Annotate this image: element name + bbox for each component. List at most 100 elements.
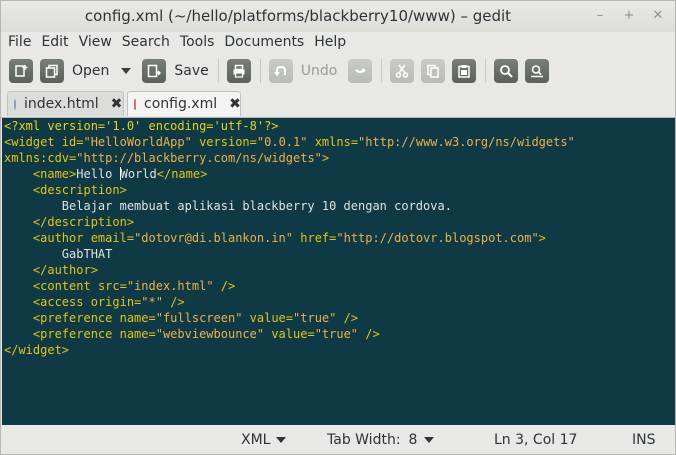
tab-config-xml[interactable]: config.xml ✖ [127, 91, 241, 116]
code-line[interactable]: </widget> [2, 342, 675, 358]
paste-icon [452, 59, 477, 83]
code-token: > [538, 231, 546, 245]
open-recent-dropdown-icon[interactable] [121, 68, 132, 74]
code-line[interactable]: <author email="dotovr@di.blankon.in" hre… [2, 230, 675, 246]
code-line[interactable]: </author> [2, 262, 675, 278]
code-token: name= [119, 311, 156, 325]
code-token: <description> [32, 183, 127, 197]
undo-icon [268, 59, 293, 83]
toolbar-separator [485, 59, 487, 83]
language-label: XML [241, 432, 271, 448]
code-token: origin= [90, 295, 142, 309]
html-file-icon [14, 98, 16, 110]
tab-label: config.xml [144, 96, 218, 112]
code-token: "true" [314, 327, 359, 341]
cut-button[interactable] [390, 58, 415, 84]
redo-button[interactable] [348, 58, 373, 84]
code-token: "fullscreen" [155, 311, 243, 325]
code-token: version= [191, 135, 257, 149]
code-token: <preference [32, 311, 120, 325]
code-line[interactable]: Belajar membuat aplikasi blackberry 10 d… [2, 198, 675, 214]
code-token: "webviewbounce" [155, 327, 265, 341]
copy-button[interactable] [421, 58, 446, 84]
code-token: </description> [32, 215, 135, 229]
text-editor[interactable]: <?xml version='1.0' encoding='utf-8'?> <w… [2, 118, 675, 425]
code-line[interactable]: GabTHAT [2, 246, 675, 262]
title-bar[interactable]: config.xml (~/hello/platforms/blackberry… [1, 1, 675, 32]
code-token: </name> [156, 167, 208, 181]
code-line[interactable]: </description> [2, 214, 675, 230]
code-token: id= [61, 135, 84, 149]
print-button[interactable] [226, 58, 251, 84]
tab-width-value: 8 [408, 432, 418, 448]
code-token: "HelloWorldApp" [83, 135, 192, 149]
code-token: "http://blackberry.com/ns/widgets" [76, 151, 322, 165]
save-icon [142, 59, 167, 83]
code-token: World [120, 167, 157, 181]
menu-view[interactable]: View [74, 32, 117, 52]
close-window-button[interactable]: ✕ [647, 6, 669, 26]
code-line[interactable]: <preference name="webviewbounce" value="… [2, 326, 675, 342]
code-line[interactable]: <widget id="HelloWorldApp" version="0.0.… [2, 134, 675, 150]
find-icon [494, 59, 519, 83]
menu-search[interactable]: Search [117, 32, 175, 52]
code-token: GabTHAT [4, 247, 113, 261]
tab-index-html[interactable]: index.html ✖ [7, 91, 124, 116]
status-bar: XML Tab Width: 8 Ln 3, Col 17 INS [1, 425, 675, 454]
code-line[interactable]: <access origin="*" /> [2, 294, 675, 310]
code-token: </author> [32, 263, 98, 277]
tab-width-label: Tab Width: [327, 432, 401, 448]
code-token: <widget [4, 135, 62, 149]
code-line[interactable]: <content src="index.html" /> [2, 278, 675, 294]
xml-file-icon [134, 98, 136, 110]
open-button[interactable]: Open [40, 58, 132, 84]
code-token: <?xml version='1.0' encoding='utf-8'?> [4, 119, 279, 133]
gedit-window: config.xml (~/hello/platforms/blackberry… [0, 0, 676, 455]
menu-edit[interactable]: Edit [36, 32, 73, 52]
language-selector[interactable]: XML [241, 432, 287, 448]
code-line[interactable]: xmlns:cdv="http://blackberry.com/ns/widg… [2, 150, 675, 166]
open-document-icon [40, 59, 64, 83]
toolbar-separator [259, 59, 261, 83]
new-document-icon [9, 59, 33, 83]
minimize-button[interactable]: – [589, 6, 611, 26]
paste-button[interactable] [452, 58, 477, 84]
menu-help[interactable]: Help [309, 32, 351, 52]
code-line[interactable]: <preference name="fullscreen" value="tru… [2, 310, 675, 326]
save-button[interactable]: Save [142, 58, 209, 84]
find-replace-icon [525, 59, 550, 83]
menu-bar: File Edit View Search Tools Documents He… [1, 32, 675, 52]
find-button[interactable] [494, 58, 519, 84]
code-token: "true" [293, 311, 337, 325]
code-line[interactable]: <name>Hello World</name> [2, 166, 675, 182]
insert-mode: INS [632, 432, 656, 448]
code-token: "http://www.w3.org/ns/widgets" [358, 135, 575, 149]
undo-button[interactable]: Undo [268, 58, 337, 84]
maximize-button[interactable]: + [618, 6, 640, 26]
code-token: src= [97, 279, 127, 293]
code-token: Belajar membuat aplikasi blackberry 10 d… [4, 199, 452, 213]
toolbar-separator [217, 59, 219, 83]
menu-file[interactable]: File [3, 32, 36, 52]
new-button[interactable] [9, 58, 33, 84]
code-token: > [321, 151, 330, 165]
code-line[interactable]: <?xml version='1.0' encoding='utf-8'?> [2, 118, 675, 134]
code-token: /> [336, 311, 359, 325]
code-line[interactable]: <description> [2, 182, 675, 198]
code-token: <content [32, 279, 98, 293]
menu-tools[interactable]: Tools [175, 32, 220, 52]
redo-icon [348, 59, 373, 83]
menu-documents[interactable]: Documents [219, 32, 309, 52]
tab-width-selector[interactable]: Tab Width: 8 [327, 432, 435, 448]
tab-close-icon[interactable]: ✖ [111, 96, 123, 112]
code-token: value= [264, 327, 315, 341]
code-token: "index.html" [126, 279, 214, 293]
code-token: <name> [32, 167, 77, 181]
find-replace-button[interactable] [525, 58, 550, 84]
code-token: email= [90, 231, 135, 245]
tab-close-icon[interactable]: ✖ [229, 96, 241, 112]
code-token: href= [293, 231, 337, 245]
code-token: xmlns= [307, 135, 359, 149]
